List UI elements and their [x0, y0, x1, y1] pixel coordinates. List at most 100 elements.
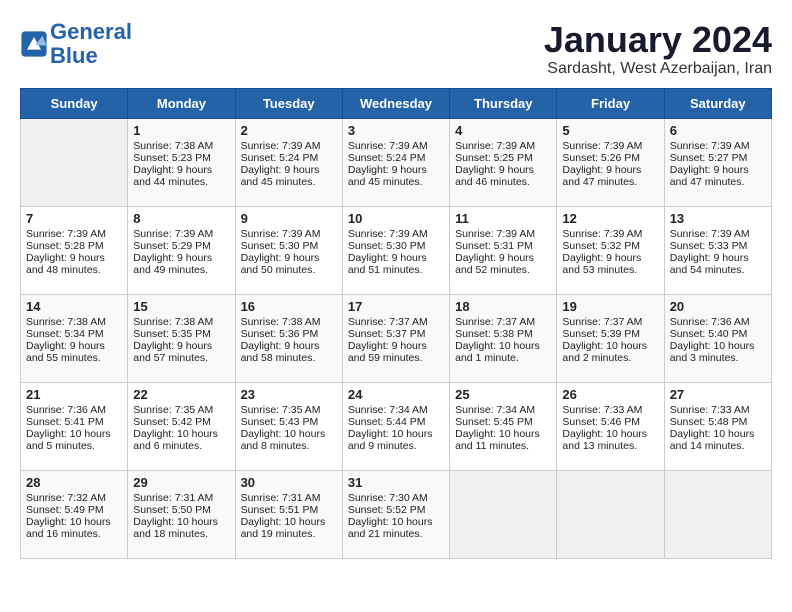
weekday-header: Sunday [21, 88, 128, 118]
day-number: 26 [562, 387, 658, 402]
daylight-text: Daylight: 9 hours and 58 minutes. [241, 340, 337, 364]
day-number: 29 [133, 475, 229, 490]
sunrise-text: Sunrise: 7:39 AM [348, 228, 444, 240]
daylight-text: Daylight: 10 hours and 1 minute. [455, 340, 551, 364]
daylight-text: Daylight: 10 hours and 6 minutes. [133, 428, 229, 452]
sunset-text: Sunset: 5:45 PM [455, 416, 551, 428]
sunrise-text: Sunrise: 7:38 AM [241, 316, 337, 328]
calendar-cell: 3Sunrise: 7:39 AMSunset: 5:24 PMDaylight… [342, 118, 449, 206]
sunset-text: Sunset: 5:44 PM [348, 416, 444, 428]
day-number: 25 [455, 387, 551, 402]
calendar-cell [21, 118, 128, 206]
daylight-text: Daylight: 9 hours and 45 minutes. [348, 164, 444, 188]
daylight-text: Daylight: 9 hours and 53 minutes. [562, 252, 658, 276]
logo-text: General Blue [50, 20, 132, 68]
day-number: 2 [241, 123, 337, 138]
daylight-text: Daylight: 9 hours and 48 minutes. [26, 252, 122, 276]
sunrise-text: Sunrise: 7:38 AM [133, 140, 229, 152]
calendar-cell: 23Sunrise: 7:35 AMSunset: 5:43 PMDayligh… [235, 382, 342, 470]
sunset-text: Sunset: 5:27 PM [670, 152, 766, 164]
sunrise-text: Sunrise: 7:30 AM [348, 492, 444, 504]
sunset-text: Sunset: 5:41 PM [26, 416, 122, 428]
day-number: 13 [670, 211, 766, 226]
sunrise-text: Sunrise: 7:34 AM [455, 404, 551, 416]
sunrise-text: Sunrise: 7:39 AM [670, 140, 766, 152]
daylight-text: Daylight: 9 hours and 49 minutes. [133, 252, 229, 276]
sunrise-text: Sunrise: 7:39 AM [241, 228, 337, 240]
sunrise-text: Sunrise: 7:39 AM [241, 140, 337, 152]
daylight-text: Daylight: 9 hours and 47 minutes. [562, 164, 658, 188]
sunset-text: Sunset: 5:29 PM [133, 240, 229, 252]
sunset-text: Sunset: 5:25 PM [455, 152, 551, 164]
title-area: January 2024 Sardasht, West Azerbaijan, … [544, 20, 772, 78]
calendar-table: SundayMondayTuesdayWednesdayThursdayFrid… [20, 88, 772, 559]
calendar-week-row: 28Sunrise: 7:32 AMSunset: 5:49 PMDayligh… [21, 470, 772, 558]
daylight-text: Daylight: 9 hours and 55 minutes. [26, 340, 122, 364]
sunset-text: Sunset: 5:49 PM [26, 504, 122, 516]
sunrise-text: Sunrise: 7:31 AM [241, 492, 337, 504]
daylight-text: Daylight: 9 hours and 51 minutes. [348, 252, 444, 276]
sunrise-text: Sunrise: 7:39 AM [455, 140, 551, 152]
sunset-text: Sunset: 5:38 PM [455, 328, 551, 340]
daylight-text: Daylight: 10 hours and 14 minutes. [670, 428, 766, 452]
sunrise-text: Sunrise: 7:39 AM [348, 140, 444, 152]
logo-line2: Blue [50, 43, 98, 68]
sunrise-text: Sunrise: 7:38 AM [133, 316, 229, 328]
daylight-text: Daylight: 9 hours and 50 minutes. [241, 252, 337, 276]
sunrise-text: Sunrise: 7:37 AM [562, 316, 658, 328]
daylight-text: Daylight: 9 hours and 59 minutes. [348, 340, 444, 364]
calendar-cell: 28Sunrise: 7:32 AMSunset: 5:49 PMDayligh… [21, 470, 128, 558]
daylight-text: Daylight: 10 hours and 13 minutes. [562, 428, 658, 452]
day-number: 12 [562, 211, 658, 226]
calendar-cell: 7Sunrise: 7:39 AMSunset: 5:28 PMDaylight… [21, 206, 128, 294]
sunset-text: Sunset: 5:39 PM [562, 328, 658, 340]
sunset-text: Sunset: 5:34 PM [26, 328, 122, 340]
calendar-cell: 22Sunrise: 7:35 AMSunset: 5:42 PMDayligh… [128, 382, 235, 470]
sunrise-text: Sunrise: 7:39 AM [670, 228, 766, 240]
location-title: Sardasht, West Azerbaijan, Iran [544, 60, 772, 78]
daylight-text: Daylight: 9 hours and 45 minutes. [241, 164, 337, 188]
day-number: 20 [670, 299, 766, 314]
calendar-cell: 13Sunrise: 7:39 AMSunset: 5:33 PMDayligh… [664, 206, 771, 294]
sunset-text: Sunset: 5:48 PM [670, 416, 766, 428]
calendar-cell: 19Sunrise: 7:37 AMSunset: 5:39 PMDayligh… [557, 294, 664, 382]
day-number: 21 [26, 387, 122, 402]
sunrise-text: Sunrise: 7:35 AM [133, 404, 229, 416]
calendar-cell: 31Sunrise: 7:30 AMSunset: 5:52 PMDayligh… [342, 470, 449, 558]
weekday-header: Saturday [664, 88, 771, 118]
calendar-cell: 2Sunrise: 7:39 AMSunset: 5:24 PMDaylight… [235, 118, 342, 206]
calendar-cell: 8Sunrise: 7:39 AMSunset: 5:29 PMDaylight… [128, 206, 235, 294]
weekday-header: Friday [557, 88, 664, 118]
weekday-header: Wednesday [342, 88, 449, 118]
sunrise-text: Sunrise: 7:39 AM [26, 228, 122, 240]
day-number: 15 [133, 299, 229, 314]
day-number: 16 [241, 299, 337, 314]
sunrise-text: Sunrise: 7:37 AM [455, 316, 551, 328]
sunrise-text: Sunrise: 7:34 AM [348, 404, 444, 416]
daylight-text: Daylight: 9 hours and 52 minutes. [455, 252, 551, 276]
calendar-cell [664, 470, 771, 558]
day-number: 19 [562, 299, 658, 314]
daylight-text: Daylight: 10 hours and 11 minutes. [455, 428, 551, 452]
sunset-text: Sunset: 5:30 PM [348, 240, 444, 252]
daylight-text: Daylight: 10 hours and 19 minutes. [241, 516, 337, 540]
daylight-text: Daylight: 10 hours and 16 minutes. [26, 516, 122, 540]
calendar-cell: 11Sunrise: 7:39 AMSunset: 5:31 PMDayligh… [450, 206, 557, 294]
sunset-text: Sunset: 5:24 PM [348, 152, 444, 164]
day-number: 27 [670, 387, 766, 402]
calendar-cell: 29Sunrise: 7:31 AMSunset: 5:50 PMDayligh… [128, 470, 235, 558]
day-number: 22 [133, 387, 229, 402]
calendar-cell: 1Sunrise: 7:38 AMSunset: 5:23 PMDaylight… [128, 118, 235, 206]
calendar-cell: 14Sunrise: 7:38 AMSunset: 5:34 PMDayligh… [21, 294, 128, 382]
calendar-cell: 6Sunrise: 7:39 AMSunset: 5:27 PMDaylight… [664, 118, 771, 206]
sunrise-text: Sunrise: 7:32 AM [26, 492, 122, 504]
calendar-cell: 20Sunrise: 7:36 AMSunset: 5:40 PMDayligh… [664, 294, 771, 382]
sunrise-text: Sunrise: 7:31 AM [133, 492, 229, 504]
sunset-text: Sunset: 5:31 PM [455, 240, 551, 252]
sunrise-text: Sunrise: 7:35 AM [241, 404, 337, 416]
weekday-header: Thursday [450, 88, 557, 118]
sunset-text: Sunset: 5:36 PM [241, 328, 337, 340]
sunset-text: Sunset: 5:51 PM [241, 504, 337, 516]
calendar-cell: 12Sunrise: 7:39 AMSunset: 5:32 PMDayligh… [557, 206, 664, 294]
calendar-week-row: 14Sunrise: 7:38 AMSunset: 5:34 PMDayligh… [21, 294, 772, 382]
